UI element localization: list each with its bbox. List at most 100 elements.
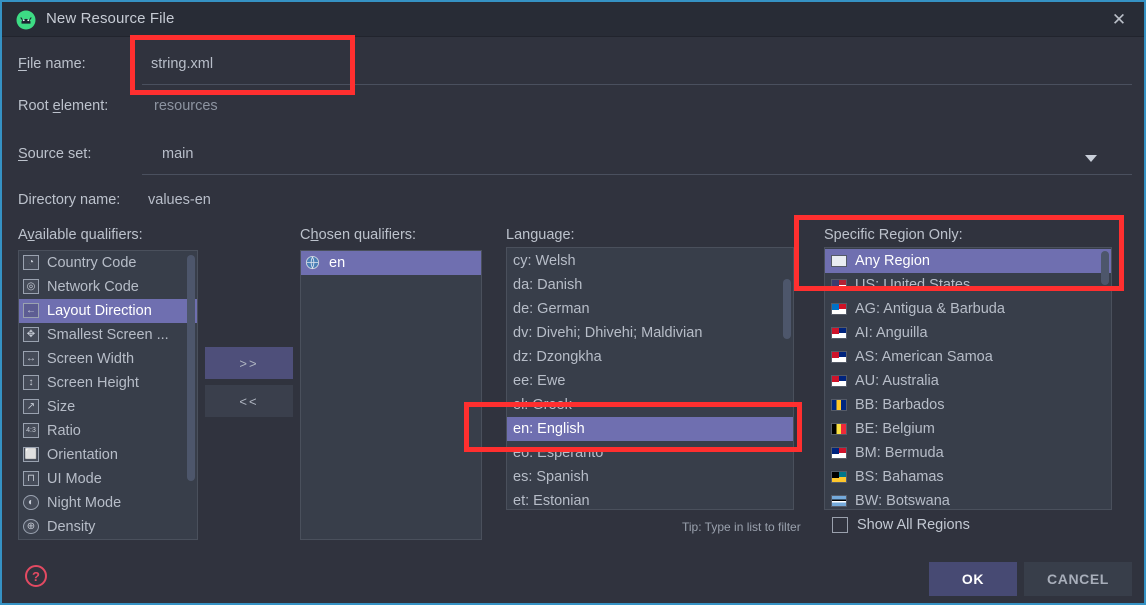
- density-icon: ⊕: [23, 519, 41, 535]
- show-all-regions-checkbox[interactable]: Show All Regions: [832, 517, 970, 533]
- language-item[interactable]: cy: Welsh: [507, 249, 793, 273]
- root-element-label: Root element:: [18, 98, 109, 114]
- orientation-icon: ⬜: [23, 447, 41, 463]
- flag-ai-icon: [831, 325, 849, 341]
- flag-be-icon: [831, 421, 849, 437]
- language-item[interactable]: en: English: [507, 417, 793, 441]
- flag-au-icon: [831, 373, 849, 389]
- qualifier-item[interactable]: ↗ Size: [19, 395, 197, 419]
- region-item[interactable]: AG: Antigua & Barbuda: [825, 297, 1111, 321]
- language-label: en: English: [513, 421, 585, 437]
- qualifier-label: Ratio: [47, 423, 81, 439]
- qualifier-label: Density: [47, 519, 96, 535]
- close-icon[interactable]: ✕: [1094, 2, 1144, 37]
- language-label: Language:: [506, 227, 575, 243]
- night-mode-icon: ◐: [23, 495, 41, 511]
- title-bar: New Resource File ✕: [2, 2, 1144, 37]
- available-qualifiers-label: Available qualifiers:: [18, 227, 143, 243]
- flag-ag-icon: [831, 301, 849, 317]
- qualifier-item[interactable]: ◎ Network Code: [19, 275, 197, 299]
- region-item[interactable]: AU: Australia: [825, 369, 1111, 393]
- region-item[interactable]: Any Region: [825, 249, 1111, 273]
- language-item[interactable]: dz: Dzongkha: [507, 345, 793, 369]
- flag-us-icon: [831, 277, 849, 293]
- help-icon[interactable]: ?: [25, 565, 47, 587]
- region-label: BS: Bahamas: [855, 469, 944, 485]
- region-item[interactable]: US: United States: [825, 273, 1111, 297]
- file-name-label: File name:: [18, 56, 86, 72]
- remove-qualifier-button[interactable]: <<: [205, 385, 293, 417]
- region-label: BB: Barbados: [855, 397, 945, 413]
- chosen-qualifiers-label: Chosen qualifiers:: [300, 227, 417, 243]
- new-resource-file-dialog: New Resource File ✕ File name: string.xm…: [0, 0, 1146, 605]
- window-title: New Resource File: [46, 10, 175, 27]
- flag-bb-icon: [831, 397, 849, 413]
- file-name-underline: [142, 84, 1132, 85]
- chosen-qualifier-item[interactable]: en: [301, 251, 481, 275]
- directory-name-value: values-en: [148, 192, 211, 208]
- region-list-scrollbar[interactable]: [1101, 251, 1109, 506]
- region-label: AG: Antigua & Barbuda: [855, 301, 1005, 317]
- qualifier-item[interactable]: ◐ Night Mode: [19, 491, 197, 515]
- flag-bm-icon: [831, 447, 847, 460]
- qualifier-item[interactable]: ↕ Screen Height: [19, 371, 197, 395]
- source-set-value[interactable]: main: [162, 146, 193, 162]
- add-qualifier-button[interactable]: >>: [205, 347, 293, 379]
- qualifier-item[interactable]: ⬜ Orientation: [19, 443, 197, 467]
- qualifier-item[interactable]: ✥ Smallest Screen ...: [19, 323, 197, 347]
- language-item[interactable]: eo: Esperanto: [507, 441, 793, 465]
- source-set-underline: [142, 174, 1132, 175]
- ok-button[interactable]: OK: [929, 562, 1017, 596]
- region-item[interactable]: BE: Belgium: [825, 417, 1111, 441]
- chevron-down-icon[interactable]: [1083, 150, 1099, 162]
- language-item[interactable]: da: Danish: [507, 273, 793, 297]
- qualifier-label: Layout Direction: [47, 303, 152, 319]
- flag-be-icon: [831, 423, 847, 436]
- language-label: el: Greek: [513, 397, 572, 413]
- qualifier-item[interactable]: ↔ Screen Width: [19, 347, 197, 371]
- language-list-scrollbar[interactable]: [783, 251, 791, 506]
- language-label: et: Estonian: [513, 493, 590, 509]
- available-qualifiers-list[interactable]: ◔ Country Code ◎ Network Code ← Layout Direct…: [18, 250, 198, 540]
- available-list-scrollbar[interactable]: [187, 255, 195, 537]
- qualifier-item[interactable]: ◔ Country Code: [19, 251, 197, 275]
- region-item[interactable]: BW: Botswana: [825, 489, 1111, 509]
- flag-au-icon: [831, 375, 847, 388]
- region-item[interactable]: BB: Barbados: [825, 393, 1111, 417]
- language-item[interactable]: es: Spanish: [507, 465, 793, 489]
- qualifier-item[interactable]: ← Layout Direction: [19, 299, 197, 323]
- region-list[interactable]: Any Region US: United States AG: Antigua &…: [824, 247, 1112, 510]
- language-label: dv: Divehi; Dhivehi; Maldivian: [513, 325, 703, 341]
- qualifier-label: Orientation: [47, 447, 118, 463]
- region-item[interactable]: AS: American Samoa: [825, 345, 1111, 369]
- language-label: de: German: [513, 301, 590, 317]
- region-item[interactable]: BM: Bermuda: [825, 441, 1111, 465]
- qualifier-item[interactable]: ⊓ UI Mode: [19, 467, 197, 491]
- language-list[interactable]: cy: Welsh da: Danish de: German dv: Divehi;…: [506, 247, 794, 510]
- language-item[interactable]: de: German: [507, 297, 793, 321]
- blank-flag-icon: [831, 255, 847, 268]
- region-item[interactable]: BS: Bahamas: [825, 465, 1111, 489]
- language-item[interactable]: ee: Ewe: [507, 369, 793, 393]
- qualifier-label: Smallest Screen ...: [47, 327, 169, 343]
- region-item[interactable]: AI: Anguilla: [825, 321, 1111, 345]
- qualifier-label: Network Code: [47, 279, 139, 295]
- chosen-qualifiers-list[interactable]: en: [300, 250, 482, 540]
- language-item[interactable]: dv: Divehi; Dhivehi; Maldivian: [507, 321, 793, 345]
- qualifier-item[interactable]: 4:3 Ratio: [19, 419, 197, 443]
- file-name-input[interactable]: string.xml: [151, 56, 213, 72]
- language-label: ee: Ewe: [513, 373, 566, 389]
- screen-width-icon: ↔: [23, 351, 41, 367]
- ratio-icon: 4:3: [23, 423, 41, 439]
- qualifier-label: Country Code: [47, 255, 137, 271]
- screen-height-icon: ↕: [23, 375, 41, 391]
- qualifier-label: Size: [47, 399, 76, 415]
- language-item[interactable]: el: Greek: [507, 393, 793, 417]
- flag-bs-icon: [831, 471, 847, 484]
- language-item[interactable]: et: Estonian: [507, 489, 793, 509]
- qualifier-item[interactable]: ⊕ Density: [19, 515, 197, 539]
- cancel-button[interactable]: CANCEL: [1024, 562, 1132, 596]
- flag-ag-icon: [831, 303, 847, 316]
- region-label: AS: American Samoa: [855, 349, 993, 365]
- flag-bs-icon: [831, 469, 849, 485]
